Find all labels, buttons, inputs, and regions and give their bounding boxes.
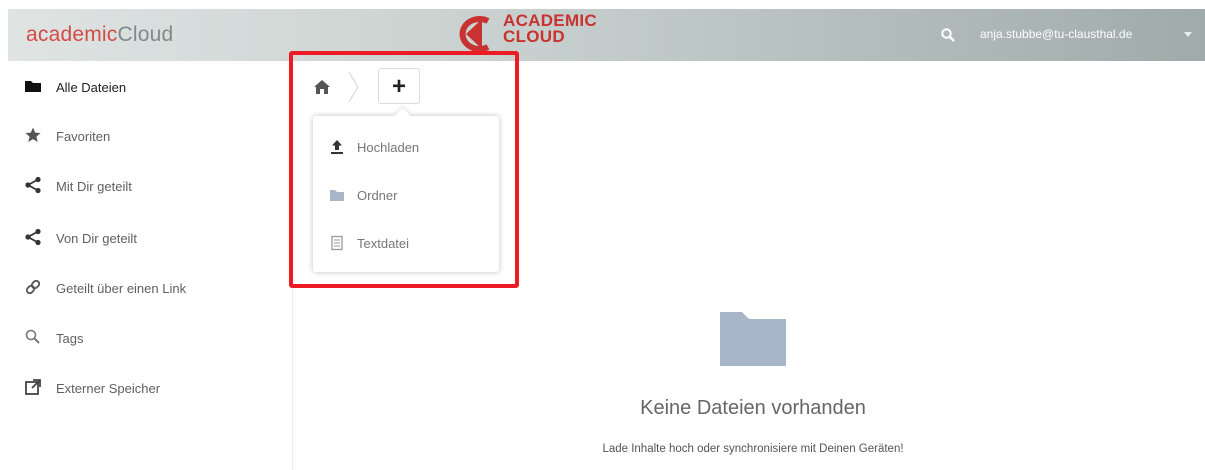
app-brand[interactable]: academicCloud bbox=[26, 23, 173, 47]
menu-item-label: Ordner bbox=[357, 188, 398, 203]
sidebar-item-all-files[interactable]: Alle Dateien bbox=[8, 65, 292, 109]
upload-icon bbox=[329, 139, 345, 155]
sidebar-item-shared-by-you[interactable]: Von Dir geteilt bbox=[8, 216, 292, 260]
caret-down-icon[interactable] bbox=[1184, 32, 1192, 37]
app-header: academicCloud ACADEMIC CLOUD anja.stubbe… bbox=[8, 9, 1205, 61]
user-menu-email[interactable]: anja.stubbe@tu-clausthal.de bbox=[980, 27, 1132, 41]
menu-item-label: Textdatei bbox=[357, 236, 410, 251]
sidebar-item-label: Externer Speicher bbox=[56, 381, 161, 396]
search-icon bbox=[24, 328, 42, 346]
sidebar-item-shared-by-link[interactable]: Geteilt über einen Link bbox=[8, 266, 292, 310]
home-icon[interactable] bbox=[313, 79, 331, 95]
menu-item-upload[interactable]: Hochladen bbox=[313, 125, 499, 169]
folder-icon bbox=[329, 187, 345, 203]
sidebar-item-favorites[interactable]: Favoriten bbox=[8, 114, 292, 158]
menu-item-label: Hochladen bbox=[357, 140, 420, 155]
text-file-icon bbox=[329, 235, 345, 251]
folder-icon bbox=[24, 77, 42, 95]
logo-mark-icon bbox=[459, 16, 490, 52]
share-icon bbox=[24, 176, 42, 194]
menu-item-folder[interactable]: Ordner bbox=[313, 173, 499, 217]
star-icon bbox=[24, 126, 42, 144]
new-item-menu: Hochladen Ordner Textdatei bbox=[313, 116, 499, 272]
new-button[interactable]: + bbox=[378, 68, 420, 104]
external-link-icon bbox=[24, 378, 42, 396]
folder-icon bbox=[720, 308, 786, 366]
academic-cloud-logo[interactable]: ACADEMIC CLOUD bbox=[452, 11, 622, 55]
empty-state-title: Keine Dateien vorhanden bbox=[640, 397, 866, 419]
sidebar-item-label: Mit Dir geteilt bbox=[56, 179, 132, 194]
sidebar-item-external-storage[interactable]: Externer Speicher bbox=[8, 366, 292, 410]
brand-part-academic: academic bbox=[26, 23, 118, 46]
sidebar-item-label: Alle Dateien bbox=[56, 80, 127, 95]
sidebar: Alle Dateien Favoriten Mit Dir geteilt V… bbox=[8, 61, 293, 470]
logo-text-line2: CLOUD bbox=[503, 27, 565, 46]
brand-part-cloud: Cloud bbox=[117, 23, 174, 46]
link-icon bbox=[24, 278, 42, 296]
sidebar-item-tags[interactable]: Tags bbox=[8, 316, 292, 360]
sidebar-item-label: Von Dir geteilt bbox=[56, 231, 137, 246]
sidebar-item-label: Favoriten bbox=[56, 129, 111, 144]
breadcrumb-chevron-icon bbox=[348, 71, 360, 103]
share-icon bbox=[24, 228, 42, 246]
sidebar-item-shared-with-you[interactable]: Mit Dir geteilt bbox=[8, 164, 292, 208]
sidebar-item-label: Geteilt über einen Link bbox=[56, 281, 187, 296]
search-icon[interactable] bbox=[940, 27, 956, 43]
menu-item-text-file[interactable]: Textdatei bbox=[313, 221, 499, 265]
sidebar-item-label: Tags bbox=[56, 331, 84, 346]
empty-state-subtitle: Lade Inhalte hoch oder synchronisiere mi… bbox=[602, 443, 904, 455]
